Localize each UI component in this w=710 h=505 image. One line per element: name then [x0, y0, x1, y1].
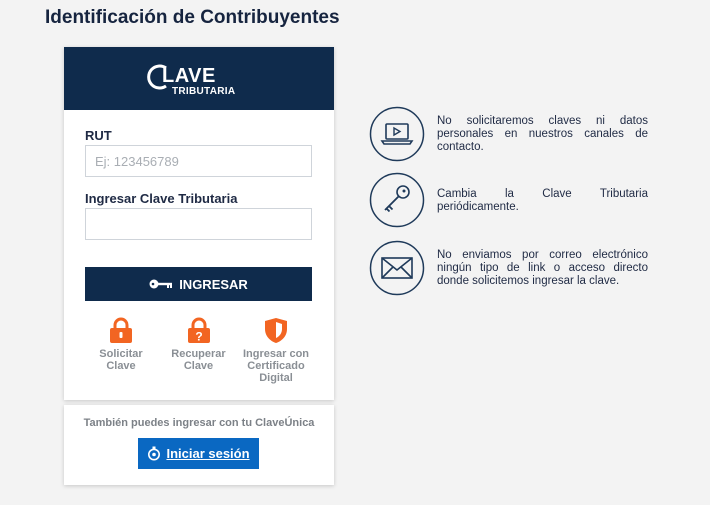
login-options: Solicitar Clave ? Recuperar Clave Ingres…: [85, 317, 312, 384]
tip-text: Cambia la Clave Tributaria periódicament…: [437, 188, 648, 213]
ingresar-label: INGRESAR: [179, 276, 248, 292]
envelope-icon: [369, 240, 425, 296]
tip-item: Cambia la Clave Tributaria periódicament…: [369, 172, 649, 228]
tip-item: No enviamos por correo electrónico ningú…: [369, 240, 649, 296]
tip-text: No enviamos por correo electrónico ningú…: [437, 249, 648, 287]
lock-question-icon: ?: [187, 317, 210, 344]
certificado-digital-label: Ingresar con Certificado Digital: [242, 348, 310, 384]
rut-label: RUT: [85, 128, 112, 143]
ingresar-button[interactable]: INGRESAR: [85, 267, 312, 301]
certificado-digital-option[interactable]: Ingresar con Certificado Digital: [240, 317, 312, 384]
svg-text:?: ?: [195, 330, 202, 344]
key-icon: [149, 279, 173, 289]
claveunica-icon: [148, 446, 161, 461]
login-card: LAVE TRIBUTARIA RUT Ingresar Clave Tribu…: [64, 47, 334, 400]
laptop-icon: [369, 106, 425, 162]
iniciar-sesion-label: Iniciar sesión: [166, 446, 250, 461]
solicitar-clave-option[interactable]: Solicitar Clave: [85, 317, 157, 384]
claveunica-text: También puedes ingresar con tu ClaveÚnic…: [83, 417, 315, 429]
logo-text: LAVE: [162, 64, 216, 87]
logo-subtext: TRIBUTARIA: [172, 85, 236, 97]
shield-icon: [265, 318, 287, 343]
page-title: Identificación de Contribuyentes: [45, 7, 340, 28]
rut-input[interactable]: [85, 145, 312, 177]
recuperar-clave-option[interactable]: ? Recuperar Clave: [163, 317, 235, 384]
claveunica-card: También puedes ingresar con tu ClaveÚnic…: [64, 405, 334, 485]
card-header: LAVE TRIBUTARIA: [64, 47, 334, 110]
recuperar-clave-label: Recuperar Clave: [171, 348, 226, 372]
solicitar-clave-label: Solicitar Clave: [99, 348, 143, 372]
password-input[interactable]: [85, 208, 312, 240]
key-icon: [369, 172, 425, 228]
lock-icon: [110, 317, 132, 343]
tip-item: No solicitaremos claves ni datos persona…: [369, 106, 649, 162]
clave-tributaria-logo: LAVE TRIBUTARIA: [144, 59, 254, 99]
tip-text: No solicitaremos claves ni datos persona…: [437, 115, 648, 153]
password-label: Ingresar Clave Tributaria: [85, 191, 238, 206]
iniciar-sesion-button[interactable]: Iniciar sesión: [138, 438, 259, 469]
